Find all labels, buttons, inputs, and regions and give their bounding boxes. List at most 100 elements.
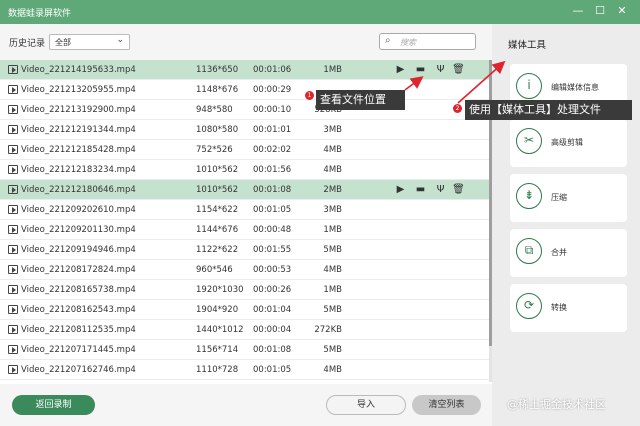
table-row[interactable]: Video_221208162543.mp4 1904*920 00:01:04 5M…: [0, 300, 489, 320]
duration: 00:01:55: [253, 245, 292, 255]
duration: 00:02:02: [253, 145, 292, 155]
video-file-icon: [8, 205, 18, 214]
search-icon: ⌕: [385, 35, 391, 46]
filter-dropdown[interactable]: 全部 ⌄: [49, 34, 130, 50]
video-file-icon: [8, 225, 18, 234]
tool-label: 合并: [551, 248, 567, 257]
folder-icon[interactable]: ▬: [414, 63, 427, 76]
duration: 00:01:08: [253, 185, 292, 195]
file-size: 4MB: [323, 265, 342, 275]
video-file-icon: [8, 65, 18, 74]
resolution: 1148*676: [196, 85, 239, 95]
chevron-down-icon: ⌄: [116, 35, 124, 45]
table-row[interactable]: Video_221207162746.mp4 1110*728 00:01:05 4M…: [0, 360, 489, 380]
file-name: Video_221208112535.mp4: [21, 325, 136, 335]
video-file-icon: [8, 105, 18, 114]
video-file-icon: [8, 305, 18, 314]
file-name: Video_221208162543.mp4: [21, 305, 136, 315]
resolution: 1440*1012: [196, 325, 244, 335]
video-file-icon: [8, 185, 18, 194]
table-row[interactable]: Video_221209194946.mp4 1122*622 00:01:55 5M…: [0, 240, 489, 260]
annotation-badge-2: 2: [453, 104, 462, 113]
table-row[interactable]: Video_221213192900.mp4 948*580 00:00:10 528…: [0, 100, 489, 120]
window-title: 数据蛙录屏软件: [8, 9, 72, 19]
return-to-record-button[interactable]: 返回录制: [12, 395, 95, 415]
play-icon[interactable]: ▶: [394, 63, 407, 76]
maximize-button[interactable]: ☐: [593, 4, 607, 18]
table-row[interactable]: Video_221207171445.mp4 1156*714 00:01:08 5M…: [0, 340, 489, 360]
trash-icon[interactable]: 🗑: [452, 63, 465, 76]
table-row[interactable]: Video_221209202610.mp4 1154*622 00:01:05 3M…: [0, 200, 489, 220]
info-icon: i: [516, 73, 542, 99]
trash-icon[interactable]: 🗑: [452, 183, 465, 196]
file-list-panel: 历史记录 全部 ⌄ ⌕ 搜索 Video_221214195633.mp4 113…: [0, 24, 492, 426]
file-size: 5MB: [323, 245, 342, 255]
tool-card-compress[interactable]: ⇟ 压缩: [510, 174, 627, 222]
table-row[interactable]: Video_221208112535.mp4 1440*1012 00:00:04 2…: [0, 320, 489, 340]
table-row[interactable]: Video_221208165738.mp4 1920*1030 00:00:26 1…: [0, 280, 489, 300]
duration: 00:01:05: [253, 205, 292, 215]
title-bar: 数据蛙录屏软件 — ☐ ✕: [0, 0, 640, 24]
duration: 00:00:10: [253, 105, 292, 115]
file-size: 2MB: [323, 185, 342, 195]
file-size: 5MB: [323, 305, 342, 315]
file-name: Video_221213205955.mp4: [21, 85, 136, 95]
annotation-media-tools: 使用【媒体工具】处理文件: [465, 100, 632, 120]
search-input[interactable]: ⌕ 搜索: [379, 33, 476, 50]
resolution: 1010*562: [196, 185, 239, 195]
resolution: 1920*1030: [196, 285, 244, 295]
file-name: Video_221212191344.mp4: [21, 125, 136, 135]
minimize-button[interactable]: —: [571, 4, 585, 18]
file-size: 4MB: [323, 145, 342, 155]
resolution: 1144*676: [196, 225, 239, 235]
tool-card-merge[interactable]: ⧉ 合并: [510, 229, 627, 277]
table-row[interactable]: Video_221213205955.mp4 1148*676 00:00:29: [0, 80, 489, 100]
resolution: 1080*580: [196, 125, 239, 135]
table-row[interactable]: Video_221212191344.mp4 1080*580 00:01:01 3M…: [0, 120, 489, 140]
table-row[interactable]: Video_221209201130.mp4 1144*676 00:00:48 1M…: [0, 220, 489, 240]
convert-icon: ⟳: [516, 293, 542, 319]
video-file-icon: [8, 325, 18, 334]
row-actions: ▶ ▬ Ψ 🗑: [394, 63, 466, 77]
duration: 00:00:26: [253, 285, 292, 295]
video-file-icon: [8, 165, 18, 174]
table-row[interactable]: Video_221212185428.mp4 752*526 00:02:02 4MB: [0, 140, 489, 160]
clear-list-button[interactable]: 清空列表: [412, 395, 481, 415]
table-row[interactable]: Video_221214195633.mp4 1136*650 00:01:06 1M…: [0, 60, 489, 80]
duration: 00:01:56: [253, 165, 292, 175]
duration: 00:01:08: [253, 345, 292, 355]
file-name: Video_221209201130.mp4: [21, 225, 136, 235]
resolution: 1110*728: [196, 365, 239, 375]
play-icon[interactable]: ▶: [394, 183, 407, 196]
media-tools-icon[interactable]: Ψ: [434, 183, 447, 196]
table-row[interactable]: Video_221208172824.mp4 960*546 00:00:53 4MB: [0, 260, 489, 280]
resolution: 1154*622: [196, 205, 239, 215]
row-actions: ▶ ▬ Ψ 🗑: [394, 183, 466, 197]
duration: 00:01:04: [253, 305, 292, 315]
close-button[interactable]: ✕: [615, 4, 629, 18]
video-file-icon: [8, 245, 18, 254]
file-size: 1MB: [323, 65, 342, 75]
file-name: Video_221213192900.mp4: [21, 105, 136, 115]
video-file-icon: [8, 85, 18, 94]
merge-icon: ⧉: [516, 238, 542, 264]
duration: 00:00:29: [253, 85, 292, 95]
tool-card-convert[interactable]: ⟳ 转换: [510, 284, 627, 332]
annotation-badge-1: 1: [305, 91, 314, 100]
scissors-icon: ✂: [516, 128, 542, 154]
bottom-bar: 返回录制 导入 清空列表: [0, 384, 492, 426]
media-tools-icon[interactable]: Ψ: [434, 63, 447, 76]
folder-icon[interactable]: ▬: [414, 183, 427, 196]
history-label: 历史记录: [9, 39, 46, 49]
tool-label: 转换: [551, 303, 567, 312]
tool-card-scissors[interactable]: ✂ 高级剪辑: [510, 119, 627, 167]
table-row[interactable]: Video_221212180646.mp4 1010*562 00:01:08 2M…: [0, 180, 489, 200]
media-tools-panel: 媒体工具 i 编辑媒体信息 ✂ 高级剪辑 ⇟ 压缩 ⧉ 合并 ⟳ 转换: [492, 24, 640, 426]
file-name: Video_221207162746.mp4: [21, 365, 136, 375]
import-button[interactable]: 导入: [326, 395, 406, 415]
table-row[interactable]: Video_221212183234.mp4 1010*562 00:01:56 4M…: [0, 160, 489, 180]
file-name: Video_221212183234.mp4: [21, 165, 136, 175]
list-toolbar: 历史记录 全部 ⌄ ⌕ 搜索: [0, 24, 492, 60]
search-placeholder: 搜索: [400, 38, 416, 47]
file-size: 1MB: [323, 285, 342, 295]
